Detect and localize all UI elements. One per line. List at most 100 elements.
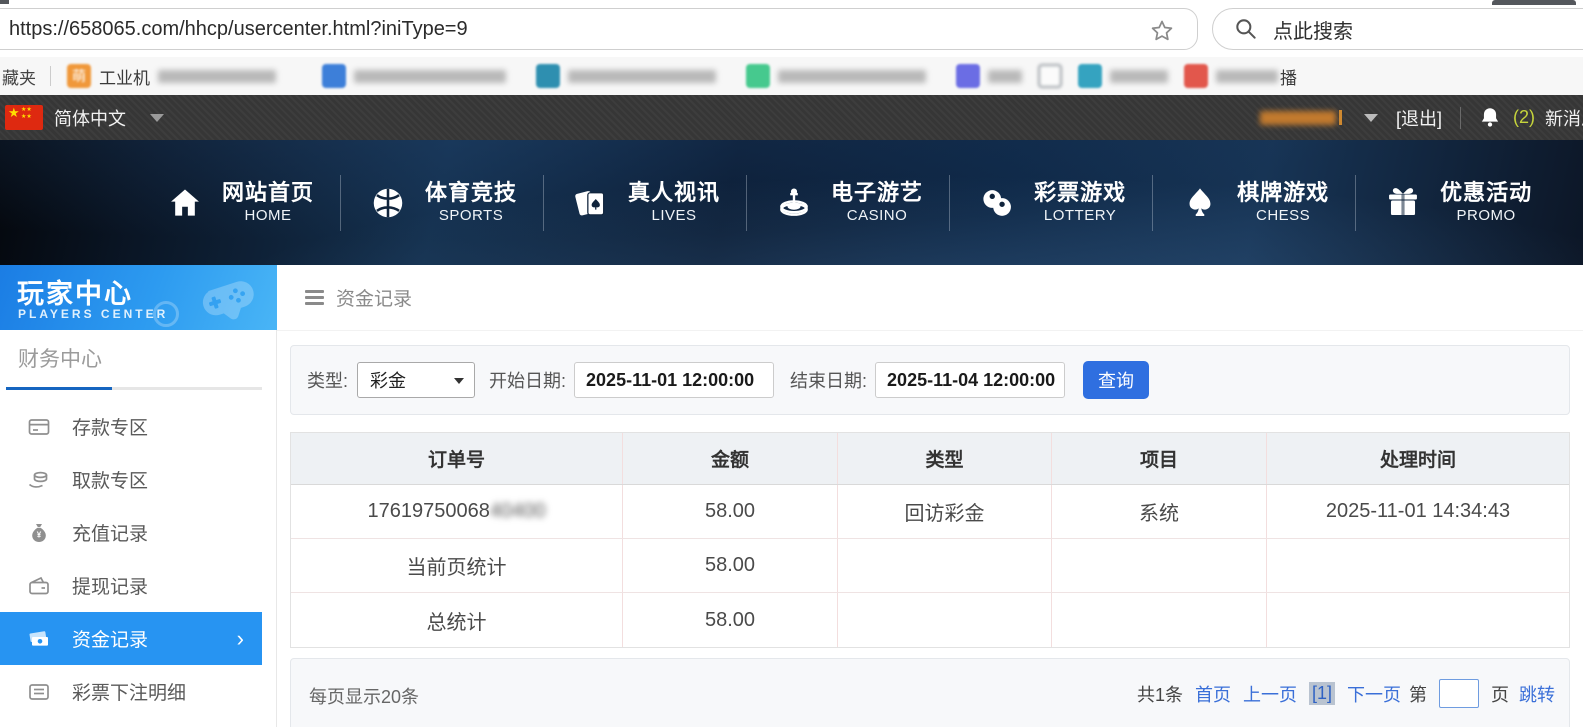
nav-item-lives[interactable]: 真人视讯 LIVES: [548, 179, 742, 225]
start-date-label: 开始日期:: [489, 371, 567, 391]
gamepad-icon: [185, 271, 263, 330]
user-actions: [退出] (2) 新消息: [1259, 95, 1583, 140]
nav-item-chess[interactable]: 棋牌游戏 CHESS: [1157, 179, 1351, 225]
bookmark-favicon: [746, 64, 770, 88]
empty-cell: [1267, 593, 1569, 647]
order-number-blurred: 40400: [489, 500, 546, 522]
bookmark-favicon: [1038, 64, 1062, 88]
type-label: 类型:: [307, 371, 349, 391]
bookmarks-folder-label[interactable]: 藏夹: [2, 64, 36, 89]
bell-icon[interactable]: [1477, 105, 1503, 131]
order-number-cell: 17619750068 40400: [291, 485, 623, 538]
wallet-icon: [27, 574, 51, 598]
sidebar-item-label: 取款专区: [72, 471, 149, 492]
column-header: 处理时间: [1379, 450, 1456, 471]
nav-item-promo[interactable]: 优惠活动 PROMO: [1360, 179, 1554, 225]
start-date-input[interactable]: 2025-11-01 12:00:00: [574, 362, 775, 398]
prev-page-link[interactable]: 上一页: [1243, 681, 1297, 707]
hamburger-icon: [305, 290, 324, 305]
table-summary-row: 当前页统计 58.00: [291, 539, 1569, 593]
bookmarks-divider: [50, 66, 51, 86]
divider: [1460, 106, 1461, 129]
sidebar-header: 玩家中心 PLAYERS CENTER: [0, 265, 277, 330]
nav-label-zh: 电子游艺: [831, 180, 924, 206]
nav-item-home[interactable]: 网站首页 HOME: [142, 179, 336, 225]
blurred-username[interactable]: [1259, 110, 1336, 125]
svg-text:¥: ¥: [37, 530, 42, 539]
search-box[interactable]: 点此搜索: [1212, 8, 1583, 50]
sidebar-item-withdrawal-record[interactable]: 提现记录: [0, 559, 277, 612]
current-page[interactable]: [1]: [1308, 682, 1335, 705]
pager: 共1条 首页 上一页 [1] 下一页 第 页 跳转: [1137, 679, 1555, 708]
decorative-circle: [153, 301, 179, 327]
main-content: 资金记录 类型: 彩金 开始日期: 2025-11-01 12:00:00 结束…: [277, 265, 1583, 727]
nav-item-sports[interactable]: 体育竞技 SPORTS: [345, 179, 539, 225]
sidebar: 玩家中心 PLAYERS CENTER 财务中心 存款专区 取款专区 ¥ 充值记…: [0, 265, 277, 727]
page-header: 资金记录: [277, 265, 1583, 331]
empty-cell: [1052, 539, 1267, 592]
chevron-right-icon: ›: [236, 625, 244, 651]
sidebar-item-label: 存款专区: [72, 418, 149, 439]
blurred-bookmark-text: [158, 69, 276, 83]
pagination-bar: 每页显示20条 共1条 首页 上一页 [1] 下一页 第 页 跳转: [290, 658, 1570, 727]
chevron-down-icon[interactable]: [1363, 113, 1378, 122]
blurred-bookmark-text: [1110, 69, 1168, 83]
sidebar-item-lottery-bet-detail[interactable]: 彩票下注明细: [0, 665, 277, 718]
next-page-link[interactable]: 下一页: [1347, 681, 1401, 707]
jump-button[interactable]: 跳转: [1519, 681, 1555, 707]
bookmark-item[interactable]: [322, 64, 506, 88]
nav-item-lottery[interactable]: 彩票游戏 LOTTERY: [954, 179, 1148, 225]
end-date-input[interactable]: 2025-11-04 12:00:00: [875, 362, 1066, 398]
nav-item-casino[interactable]: 电子游艺 CASINO: [751, 179, 945, 225]
gift-icon: [1382, 182, 1424, 224]
nav-label-zh: 棋牌游戏: [1237, 180, 1330, 206]
sidebar-item-recharge-record[interactable]: ¥ 充值记录: [0, 506, 277, 559]
url-bar[interactable]: https://658065.com/hhcp/usercenter.html?…: [0, 8, 1198, 50]
logout-button[interactable]: [退出]: [1396, 105, 1442, 131]
chevron-down-icon: [454, 378, 465, 384]
bookmark-item[interactable]: [1038, 64, 1062, 88]
nav-divider: [1152, 174, 1154, 231]
column-header: 类型: [838, 433, 1052, 484]
main-navigation: 网站首页 HOME 体育竞技 SPORTS 真人视讯 LIVES 电子游艺 CASINO…: [0, 140, 1583, 265]
bookmark-favicon: [536, 64, 560, 88]
bookmark-item[interactable]: [536, 64, 716, 88]
bookmark-item[interactable]: [1078, 64, 1168, 88]
bookmark-label: 工业机: [99, 68, 150, 88]
empty-cell: [1052, 593, 1267, 647]
sidebar-item-fund-record[interactable]: 资金记录 ›: [0, 612, 262, 665]
type-select[interactable]: 彩金: [357, 362, 476, 398]
amount-cell: 58.00: [623, 485, 838, 538]
summary-label-cell: 总统计: [291, 593, 623, 647]
bookmark-item[interactable]: [956, 64, 1022, 88]
money-bag-icon: ¥: [27, 521, 51, 545]
hand-money-icon: [27, 468, 51, 492]
language-selector[interactable]: 简体中文: [54, 95, 164, 140]
nav-label-zh: 体育竞技: [425, 180, 518, 206]
blurred-bookmark-text: [778, 69, 926, 83]
sidebar-item-label: 充值记录: [72, 524, 149, 545]
sidebar-item-withdraw[interactable]: 取款专区: [0, 453, 277, 506]
playing-cards-icon: [570, 182, 612, 224]
first-page-link[interactable]: 首页: [1195, 681, 1231, 707]
sidebar-item-deposit[interactable]: 存款专区: [0, 400, 277, 453]
amount-cell: 58.00: [623, 539, 838, 592]
search-input[interactable]: 点此搜索: [1273, 15, 1353, 44]
table-row: 17619750068 40400 58.00 回访彩金 系统 2025-11-0…: [291, 485, 1569, 539]
bookmark-item[interactable]: 播: [1184, 64, 1297, 89]
search-button[interactable]: 查询: [1083, 361, 1150, 399]
table-header-row: 订单号 金额 类型 项目 处理时间: [291, 433, 1569, 485]
blurred-bookmark-text: [568, 69, 716, 83]
url-text[interactable]: https://658065.com/hhcp/usercenter.html?…: [9, 18, 468, 41]
notification-count: (2): [1513, 107, 1535, 127]
empty-cell: [838, 593, 1052, 647]
bookmark-item[interactable]: 萌 工业机: [67, 64, 276, 89]
page-jump-input[interactable]: [1439, 679, 1479, 708]
notifications[interactable]: (2) 新消息: [1513, 105, 1583, 131]
nav-divider: [746, 174, 748, 231]
browser-topbar: https://658065.com/hhcp/usercenter.html?…: [0, 0, 1583, 57]
bookmark-star-icon[interactable]: [1149, 18, 1175, 49]
nav-label-zh: 真人视讯: [628, 180, 721, 206]
bookmark-favicon: [322, 64, 346, 88]
bookmark-item[interactable]: [746, 64, 926, 88]
